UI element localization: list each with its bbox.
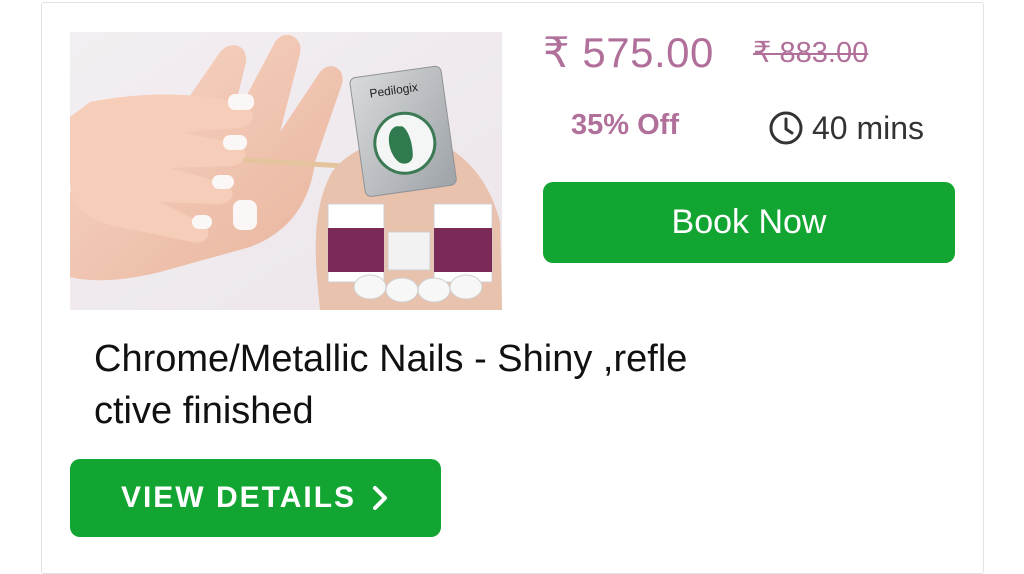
view-details-label: VIEW DETAILS (120, 481, 357, 514)
clock-icon (769, 111, 803, 145)
original-price: ₹ 883.00 (753, 37, 869, 69)
book-now-button[interactable]: Book Now (543, 182, 955, 263)
service-duration: 40 mins (768, 108, 924, 148)
product-title: Chrome/Metallic Nails - Shiny ,refle cti… (94, 338, 688, 432)
product-image[interactable]: Pedilogix (70, 32, 502, 310)
view-details-button[interactable]: VIEW DETAILS (70, 459, 441, 537)
discount-badge: 35% Off (571, 109, 679, 141)
chevron-right-icon (373, 486, 388, 510)
current-price: ₹ 575.00 (543, 29, 714, 76)
nail-product-photo: Pedilogix (70, 32, 502, 310)
duration-label: 40 mins (812, 109, 925, 146)
